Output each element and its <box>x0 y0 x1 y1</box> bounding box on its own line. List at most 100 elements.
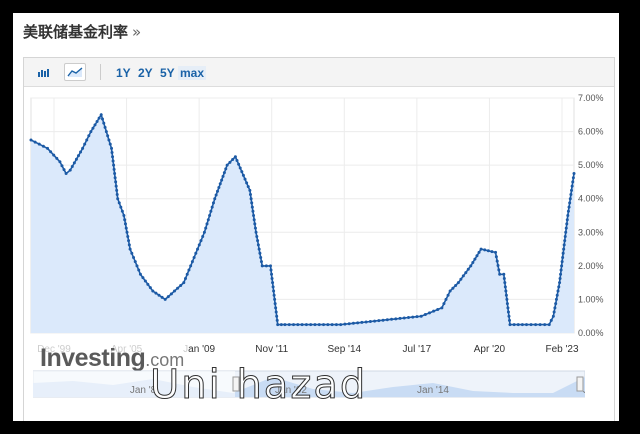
data-point <box>300 323 304 327</box>
data-point <box>334 323 338 327</box>
data-point <box>231 158 235 162</box>
data-point <box>238 166 242 170</box>
data-point <box>563 234 567 238</box>
data-point <box>197 243 201 247</box>
data-point <box>504 293 508 297</box>
data-point <box>271 285 275 289</box>
data-point <box>108 142 112 146</box>
page-title-text: 美联储基金利率 <box>23 23 129 41</box>
data-point <box>259 255 263 259</box>
data-point <box>100 117 104 121</box>
data-point <box>364 320 368 324</box>
data-point <box>347 322 351 326</box>
data-point <box>123 218 127 222</box>
y-tick-label: 7.00% <box>578 93 604 103</box>
data-point <box>495 259 499 263</box>
data-point <box>209 209 213 213</box>
data-point <box>432 309 436 313</box>
data-point <box>120 209 124 213</box>
data-point <box>87 134 91 138</box>
data-point <box>208 214 212 217</box>
data-point <box>192 255 196 259</box>
data-point <box>254 230 258 234</box>
data-point <box>562 247 566 251</box>
data-point <box>68 168 72 172</box>
data-point <box>135 264 139 268</box>
data-point <box>264 264 268 268</box>
data-point <box>29 138 33 142</box>
data-point <box>113 176 117 180</box>
data-point <box>529 323 533 327</box>
data-point <box>99 113 103 117</box>
data-point <box>377 319 381 323</box>
data-point <box>106 134 110 138</box>
data-point <box>270 272 274 276</box>
data-point <box>58 160 62 164</box>
data-point <box>169 292 173 296</box>
data-point <box>221 174 225 178</box>
data-point <box>52 153 56 157</box>
data-point <box>557 285 561 289</box>
data-point <box>339 323 343 327</box>
data-point <box>111 159 115 163</box>
data-point <box>97 116 101 120</box>
data-point <box>552 310 556 314</box>
data-point <box>117 201 121 205</box>
data-point <box>213 197 217 201</box>
data-point <box>442 302 446 306</box>
data-point <box>110 151 114 155</box>
data-point <box>217 186 221 190</box>
data-point <box>271 281 275 285</box>
data-point <box>572 172 576 176</box>
data-point <box>538 323 542 327</box>
data-point <box>448 289 452 293</box>
data-point <box>507 314 511 318</box>
data-point <box>276 323 280 327</box>
page-title[interactable]: 美联储基金利率» <box>23 21 141 42</box>
data-point <box>102 121 106 125</box>
data-point <box>326 323 330 327</box>
data-point <box>427 311 431 315</box>
data-point <box>55 156 59 160</box>
data-point <box>356 321 360 325</box>
data-point <box>287 323 291 327</box>
data-point <box>185 272 189 276</box>
data-point <box>558 276 562 280</box>
data-point <box>241 173 245 177</box>
data-point <box>141 276 145 280</box>
data-point <box>570 184 574 188</box>
data-point <box>62 168 66 172</box>
x-tick-label: Apr '20 <box>474 344 506 355</box>
data-point <box>194 251 198 255</box>
data-point <box>506 306 510 310</box>
data-point <box>469 264 473 268</box>
data-point <box>246 185 250 189</box>
data-point <box>360 320 364 324</box>
data-point <box>571 176 575 180</box>
data-point <box>561 251 565 255</box>
data-point <box>210 205 214 209</box>
data-point <box>296 323 300 327</box>
data-point <box>218 182 222 186</box>
data-point <box>444 297 448 301</box>
data-point <box>74 157 78 161</box>
data-point <box>322 323 326 327</box>
data-point <box>274 310 278 314</box>
data-point <box>504 289 508 293</box>
data-point <box>114 184 118 188</box>
data-point <box>190 260 194 264</box>
data-point <box>201 234 205 238</box>
data-point <box>249 197 253 201</box>
data-point <box>248 188 252 192</box>
data-point <box>260 264 264 268</box>
data-point <box>309 323 313 327</box>
data-point <box>189 264 193 268</box>
data-point <box>411 315 415 319</box>
y-tick-label: 3.00% <box>578 227 604 237</box>
data-point <box>506 310 510 314</box>
data-point <box>123 222 127 226</box>
data-point <box>571 180 575 184</box>
data-point <box>240 170 244 174</box>
data-point <box>496 264 500 268</box>
data-point <box>543 323 547 327</box>
